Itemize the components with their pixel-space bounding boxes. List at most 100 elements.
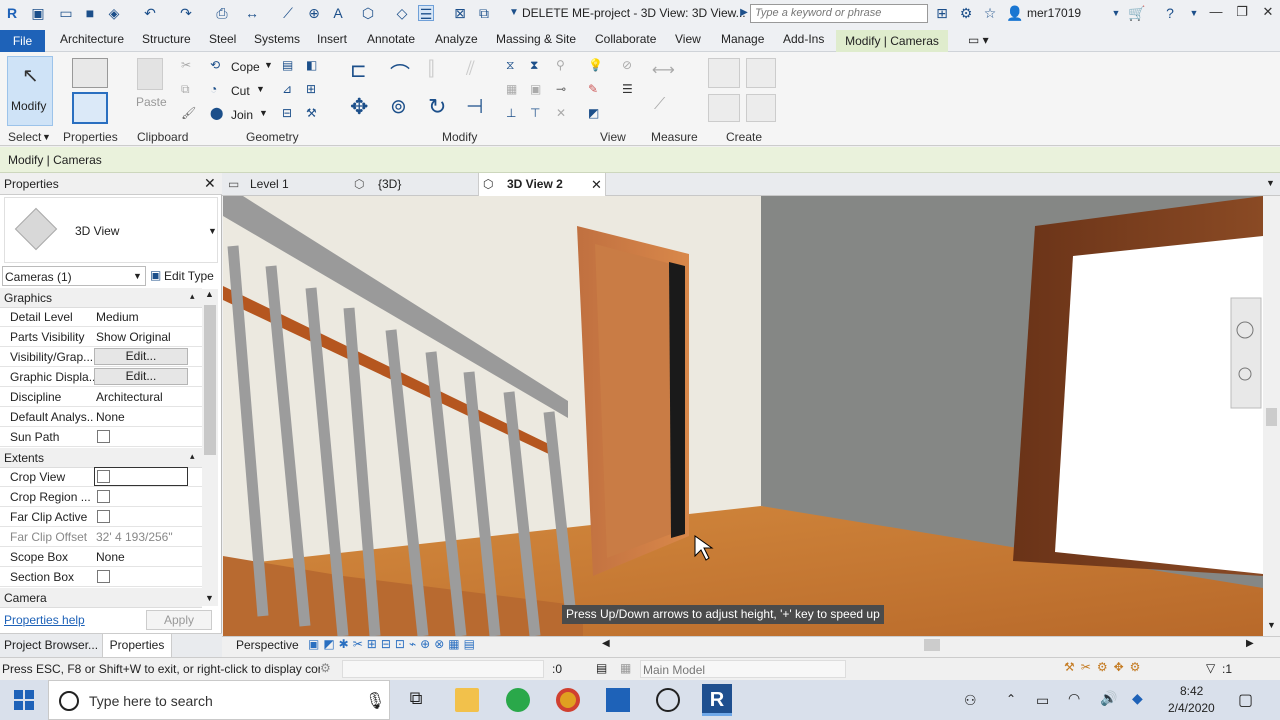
tab-annotate[interactable]: Annotate <box>367 32 415 46</box>
scroll-thumb[interactable] <box>204 305 216 455</box>
tab-collaborate[interactable]: Collaborate <box>595 32 656 46</box>
pin-icon[interactable]: ⚲ <box>556 58 565 72</box>
revit-taskbar-icon[interactable]: R <box>702 684 732 716</box>
design-option-dropdown[interactable]: Main Model <box>640 660 846 678</box>
sync-icon[interactable]: ◈ <box>106 5 122 21</box>
thin-lines-icon[interactable]: ☰ <box>418 5 434 22</box>
join-button[interactable]: Join <box>231 108 253 122</box>
clock-time[interactable]: 8:42 <box>1180 684 1203 698</box>
trim-multiple-icon[interactable]: ⊥ <box>506 106 516 120</box>
tab-project-browser[interactable]: Project Browser... <box>4 638 98 652</box>
type-selector[interactable]: 3D View ▼ <box>4 197 218 263</box>
save-icon[interactable]: ■ <box>82 5 98 21</box>
split-gap-icon[interactable]: ⧗ <box>530 58 538 73</box>
trim-icon[interactable]: ⊣ <box>466 94 483 119</box>
trim-single-icon[interactable]: ⊤ <box>530 106 540 120</box>
unpin-icon[interactable]: ⊸ <box>556 82 566 96</box>
taskbar-search-box[interactable]: Type here to search 🎙 <box>48 680 390 720</box>
create-similar-icon[interactable] <box>746 94 776 122</box>
editing-requests-icon[interactable]: ▤ <box>596 661 607 675</box>
aligned-dimension-icon[interactable]: ⟋ <box>654 96 665 114</box>
binoculars-icon[interactable]: ⊞ <box>934 5 950 21</box>
cut-geometry-icon[interactable]: ◔ <box>210 82 217 96</box>
subscription-icon[interactable]: ⚙ <box>958 5 974 21</box>
view-tab-3d[interactable]: ⬡ {3D} <box>350 173 476 196</box>
wifi-icon[interactable]: ◠ <box>1068 690 1080 707</box>
horizontal-scroll-thumb[interactable] <box>924 639 940 651</box>
copy-icon[interactable]: ⊚ <box>390 94 407 119</box>
selection-filter-icons[interactable]: ⚒✂⚙✥⚙ <box>1064 660 1146 674</box>
view-control-icons[interactable]: ▣◩✱✂⊞⊟⊡⌁⊕⊗▦▤ <box>308 637 479 651</box>
cope-button[interactable]: Cope <box>231 60 260 74</box>
rotate-icon[interactable]: ↻ <box>428 94 446 120</box>
app-logo[interactable]: R <box>4 5 20 21</box>
scroll-left-icon[interactable]: ◀ <box>602 638 610 649</box>
cut-button[interactable]: Cut <box>231 84 250 98</box>
scroll-up-icon[interactable]: ▲ <box>205 289 214 299</box>
delete-icon[interactable]: ✕ <box>556 106 566 120</box>
create-parts-icon[interactable] <box>708 58 740 88</box>
copy-clip-icon[interactable]: ⧉ <box>181 82 190 97</box>
viewport-scrollbar-vertical[interactable]: ▼ <box>1263 196 1280 636</box>
align-icon[interactable]: ⊏ <box>350 58 367 83</box>
tab-properties[interactable]: Properties <box>102 634 172 658</box>
hidden-line-icon[interactable]: ☰ <box>622 82 633 96</box>
user-name[interactable]: mer17019 <box>1027 6 1081 20</box>
pick-view-icon[interactable]: ◩ <box>588 106 599 120</box>
scroll-right-icon[interactable]: ▶ <box>1246 638 1254 649</box>
move-icon[interactable]: ✥ <box>350 94 368 120</box>
properties-scrollbar[interactable]: ▲ ▼ <box>202 289 218 606</box>
tab-systems[interactable]: Systems <box>254 32 300 46</box>
cut-clip-icon[interactable]: ✂ <box>181 58 191 72</box>
cut-dropdown-icon[interactable]: ▼ <box>256 84 265 94</box>
tab-structure[interactable]: Structure <box>142 32 191 46</box>
row-default-analysis[interactable]: Default Analys... None <box>0 407 202 427</box>
help-icon[interactable]: ? <box>1162 5 1178 21</box>
demolish-icon[interactable]: ⊞ <box>306 82 316 96</box>
group-camera[interactable]: Camera <box>0 588 202 608</box>
measure-tool-icon[interactable]: ⟷ <box>652 60 675 80</box>
task-view-icon[interactable]: ⧉ <box>404 688 428 712</box>
projection-mode[interactable]: Perspective <box>236 638 299 652</box>
instance-filter-dropdown[interactable]: Cameras (1) ▼ <box>2 266 146 286</box>
measure-icon[interactable]: ↔ <box>244 5 260 21</box>
notifications-icon[interactable]: ▢ <box>1238 690 1253 710</box>
properties-icon[interactable] <box>72 92 108 124</box>
tab-add-ins[interactable]: Add-Ins <box>783 32 824 46</box>
tab-file[interactable]: File <box>0 30 45 52</box>
user-icon[interactable]: 👤 <box>1006 5 1023 21</box>
row-visibility-graphics[interactable]: Visibility/Grap... Edit... <box>0 347 202 367</box>
close-icon[interactable]: ✕ <box>204 175 216 192</box>
hammer-icon[interactable]: ⚒ <box>306 106 317 120</box>
file-explorer-icon[interactable] <box>455 688 479 712</box>
tab-steel[interactable]: Steel <box>209 32 236 46</box>
wall-joins-icon[interactable]: ⊿ <box>282 82 292 96</box>
tab-manage[interactable]: Manage <box>721 32 764 46</box>
tab-massing-site[interactable]: Massing & Site <box>496 32 576 46</box>
modify-button[interactable]: ↖ Modify <box>7 56 53 126</box>
tab-modify-cameras[interactable]: Modify | Cameras <box>836 30 948 52</box>
close-tab-icon[interactable]: ✕ <box>591 173 602 196</box>
crop-region-checkbox[interactable] <box>97 490 110 503</box>
workset-dropdown[interactable] <box>342 660 544 678</box>
view-tab-level-1[interactable]: ▭ Level 1 <box>222 173 348 196</box>
dropbox-icon[interactable]: ◆ <box>1132 690 1143 707</box>
panel-toggle-icon[interactable]: ▭ ▾ <box>968 33 989 47</box>
cope-icon[interactable]: ⟲ <box>210 58 220 72</box>
tab-analyze[interactable]: Analyze <box>435 32 478 46</box>
tag-icon[interactable]: ⊕ <box>306 5 322 21</box>
create-group-icon[interactable] <box>746 58 776 88</box>
undo-icon[interactable]: ↶ <box>142 5 158 21</box>
crop-view-field[interactable] <box>94 467 188 486</box>
battery-icon[interactable]: ▭ <box>1036 692 1049 709</box>
row-crop-view[interactable]: Crop View <box>0 467 202 487</box>
hide-bulb-icon[interactable]: 💡 <box>588 58 603 72</box>
favorites-star-icon[interactable]: ☆ <box>982 5 998 21</box>
row-far-clip-offset[interactable]: Far Clip Offset 32' 4 193/256" <box>0 527 202 547</box>
row-scope-box[interactable]: Scope Box None <box>0 547 202 567</box>
search-input[interactable]: Type a keyword or phrase <box>750 4 928 23</box>
override-icon[interactable]: ⊘ <box>622 58 632 72</box>
group-graphics[interactable]: Graphics ▴ <box>0 288 202 308</box>
windows-start-icon[interactable] <box>14 690 34 710</box>
new-icon[interactable]: ▣ <box>30 5 46 21</box>
